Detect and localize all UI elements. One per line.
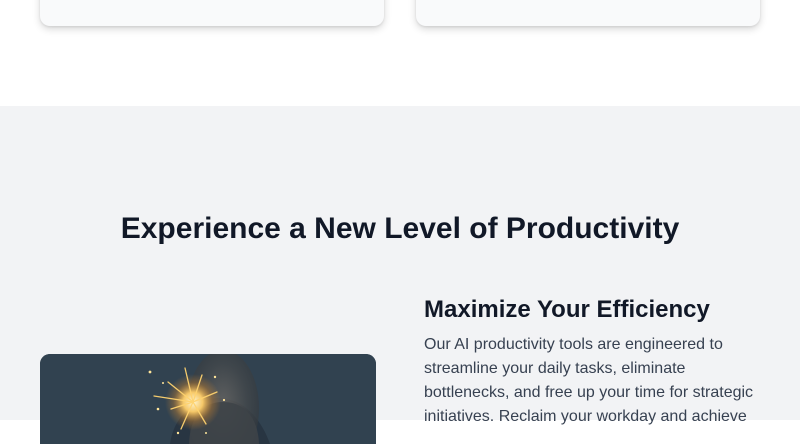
feature-heading: Maximize Your Efficiency xyxy=(424,296,710,323)
feature-card-left xyxy=(40,0,384,26)
feature-description: Our AI productivity tools are engineered… xyxy=(424,336,754,425)
sparkler-photo-illustration xyxy=(40,354,376,444)
top-card-area xyxy=(0,0,800,106)
sparkler-photo xyxy=(40,354,376,444)
section-title: Experience a New Level of Productivity xyxy=(120,211,680,245)
feature-card-right xyxy=(416,0,760,26)
productivity-section: Experience a New Level of Productivity M… xyxy=(0,106,800,444)
